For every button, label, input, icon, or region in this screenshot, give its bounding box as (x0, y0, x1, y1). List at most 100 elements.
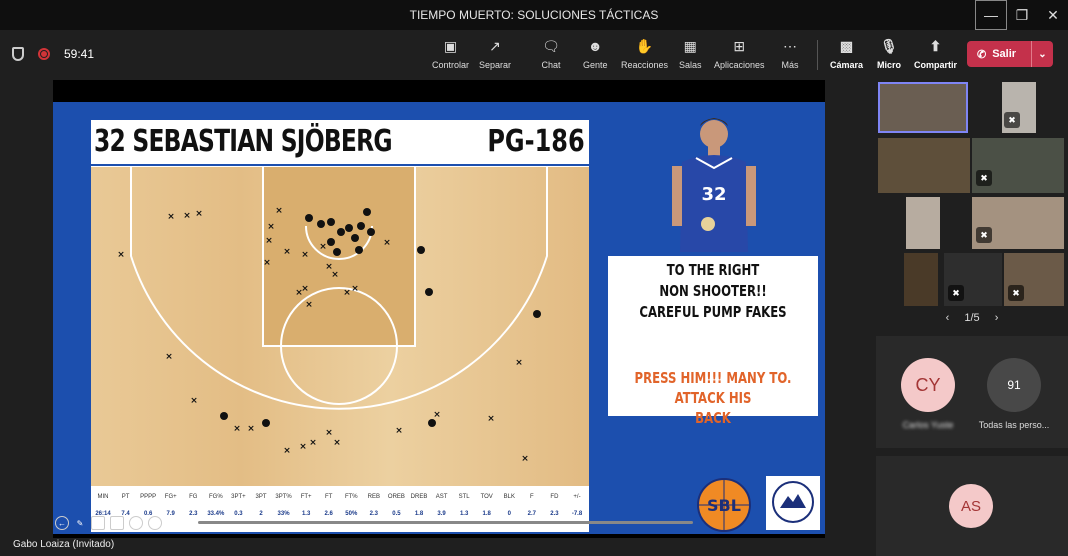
missed-shot-mark: × (301, 250, 309, 260)
gallery-pager: ‹ 1/5 › (876, 312, 1068, 324)
pen-icon[interactable]: ✎ (73, 516, 87, 530)
chat-button[interactable]: 🗨 Chat (541, 36, 561, 71)
missed-shot-mark: × (333, 438, 341, 448)
rooms-icon: ▦ (683, 37, 697, 54)
missed-shot-mark: × (351, 284, 359, 294)
restore-icon[interactable]: ❐ (1006, 0, 1038, 30)
missed-shot-mark: × (325, 428, 333, 438)
presenter-name: Gabo Loaiza (Invitado) (13, 539, 115, 550)
missed-shot-mark: × (305, 300, 313, 310)
popout-button[interactable]: ↗ Separar (479, 36, 511, 71)
missed-shot-mark: × (283, 247, 291, 257)
chevron-left-icon[interactable]: ‹ (946, 312, 950, 324)
stats-header-cell: FD (550, 494, 559, 500)
recording-icon (38, 48, 50, 60)
meeting-info: 59:41 (12, 30, 94, 78)
back-icon[interactable]: ← (55, 516, 69, 530)
player-nameplate: 32 SEBASTIAN SJÖBERG PG-186 (91, 120, 589, 164)
stats-header-cell: PT (121, 494, 130, 500)
captions-icon[interactable]: cc (91, 516, 105, 530)
missed-shot-mark: × (395, 426, 403, 436)
stats-header-cell: F (530, 494, 534, 500)
video-tile[interactable]: ✖ (906, 197, 940, 249)
stats-header-cell: AST (435, 494, 448, 500)
stats-header-cell: BLK (503, 494, 515, 500)
popout-icon: ↗ (489, 37, 501, 54)
missed-shot-mark: × (433, 410, 441, 420)
video-tile[interactable]: ✖ (904, 253, 938, 306)
page-indicator: 1/5 (964, 312, 980, 324)
video-tile[interactable] (878, 82, 968, 133)
stats-header-cell: MIN (97, 494, 109, 500)
erase-icon[interactable]: ▢ (110, 516, 124, 530)
missed-shot-mark: × (195, 209, 203, 219)
title-bar: TIEMPO MUERTO: SOLUCIONES TÁCTICAS (0, 0, 1068, 30)
missed-shot-mark: × (331, 270, 339, 280)
participant-name: Todas las perso... (978, 420, 1050, 430)
chevron-right-icon[interactable]: › (995, 312, 999, 324)
missed-shot-mark: × (515, 358, 523, 368)
video-tile[interactable]: ✖ (1002, 82, 1036, 133)
video-tile[interactable]: ✖ (1004, 253, 1064, 306)
shield-icon (12, 47, 24, 61)
stats-header-cell: 3PT (255, 494, 267, 500)
missed-shot-mark: × (383, 238, 391, 248)
mic-off-icon: ✖ (976, 170, 992, 186)
avatar[interactable]: AS (949, 484, 993, 528)
made-shot-mark (345, 224, 353, 232)
missed-shot-mark: × (167, 212, 175, 222)
stats-header-cell: FG+ (164, 494, 177, 500)
forward-icon[interactable]: → (148, 516, 162, 530)
reactions-button[interactable]: ✋ Reacciones (621, 36, 668, 71)
missed-shot-mark: × (190, 396, 198, 406)
stats-header-cell: FT% (344, 494, 358, 500)
avatar[interactable]: CY (901, 358, 955, 412)
court-lines: × × ××××××× ×××××××× ××××× ×× × ××××× ××× (91, 166, 589, 464)
mic-off-icon: 🎙 (880, 37, 898, 54)
close-icon[interactable]: ✕ (1037, 0, 1068, 30)
missed-shot-mark: × (521, 454, 529, 464)
share-button[interactable]: ⬆ Compartir (914, 36, 957, 71)
control-button[interactable]: ▣ Controlar (432, 36, 469, 71)
stats-header-cell: REB (367, 494, 381, 500)
reactions-icon: ✋ (635, 37, 654, 54)
control-icon: ▣ (443, 37, 458, 54)
people-button[interactable]: ☻ Gente (583, 36, 608, 70)
apps-button[interactable]: ⊞ Aplicaciones (714, 36, 765, 71)
video-tile[interactable]: ✖ (944, 253, 1002, 306)
made-shot-mark (425, 288, 433, 296)
made-shot-mark (351, 234, 359, 242)
rooms-button[interactable]: ▦ Salas (679, 36, 702, 71)
missed-shot-mark: × (301, 284, 309, 294)
play-icon[interactable]: ▶ (167, 516, 181, 530)
progress-track[interactable] (198, 521, 693, 524)
stats-header-cell: PPPP (140, 494, 157, 500)
chevron-down-icon[interactable]: ⌄ (1031, 41, 1053, 67)
leave-label: Salir (992, 48, 1017, 60)
camera-off-icon: ▩ (839, 37, 854, 54)
toolbar-divider (817, 40, 818, 70)
more-options-icon[interactable]: ⋯ (129, 516, 143, 530)
note-lines: TO THE RIGHT NON SHOOTER!! CAREFUL PUMP … (639, 261, 787, 321)
scouting-slide: 32 SEBASTIAN SJÖBERG PG-186 × × × × × × × × × × × ×… (53, 102, 825, 534)
player-photo: 32 (668, 112, 760, 252)
made-shot-mark (357, 222, 365, 230)
leave-button[interactable]: ✆ Salir ⌄ (967, 41, 1053, 67)
mic-off-icon: ✖ (976, 227, 992, 243)
video-tile[interactable]: ✖ (972, 197, 1064, 249)
video-tile[interactable] (878, 138, 970, 193)
mic-off-icon: ✖ (1008, 285, 1024, 301)
missed-shot-mark: × (247, 424, 255, 434)
stats-header-cell: TOV (480, 494, 493, 500)
minimize-icon[interactable]: — (975, 0, 1007, 30)
camera-button[interactable]: ▩ Cámara (830, 36, 863, 71)
player-position: PG-186 (487, 124, 585, 159)
avatar[interactable]: 91 (987, 358, 1041, 412)
more-button[interactable]: ⋯ Más (780, 36, 800, 71)
mic-button[interactable]: 🎙 Micro (877, 36, 901, 71)
scouting-notes: TO THE RIGHT NON SHOOTER!! CAREFUL PUMP … (608, 256, 818, 427)
mic-off-icon: ✖ (1004, 112, 1020, 128)
stats-header-cell: DREB (410, 494, 428, 500)
video-tile[interactable]: ✖ (972, 138, 1064, 193)
share-icon: ⬆ (929, 37, 942, 54)
